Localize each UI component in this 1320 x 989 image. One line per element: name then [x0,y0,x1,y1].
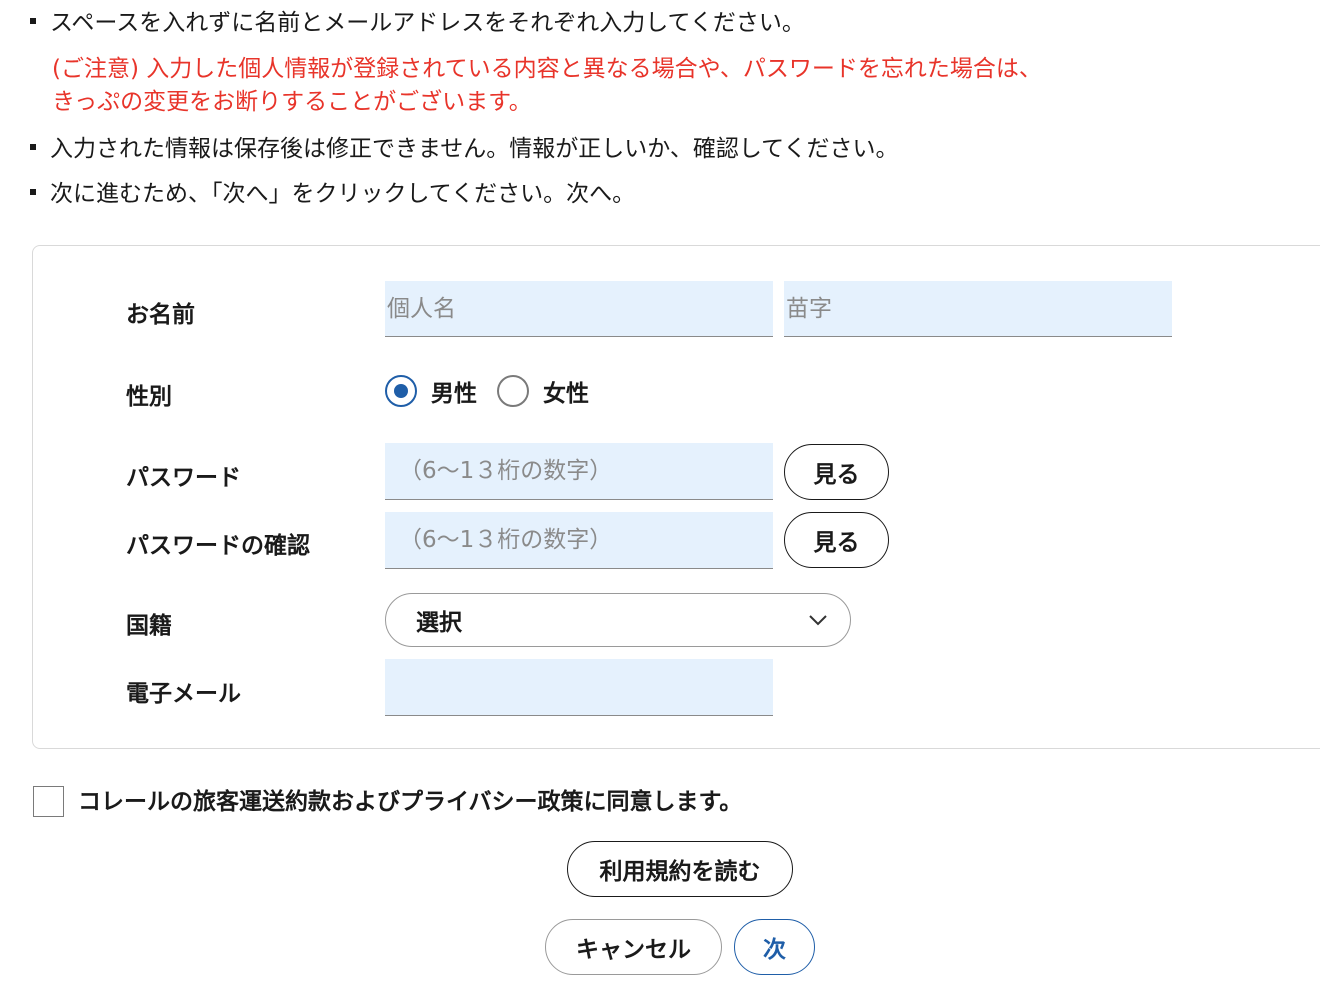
instruction-item: 次に進むため、「次へ」をクリックしてください。次へ。 [30,177,635,211]
nationality-select-value: 選択 [416,610,462,636]
nationality-select[interactable]: 選択 [385,593,851,647]
first-name-input[interactable] [385,281,773,337]
gender-label: 性別 [126,384,172,410]
agree-label: コレールの旅客運送約款およびプライバシー政策に同意します。 [78,789,743,815]
email-input[interactable] [385,659,773,716]
name-label: お名前 [126,302,195,328]
gender-radio-female[interactable] [497,375,529,407]
nationality-label: 国籍 [126,613,172,639]
bullet-icon [30,188,36,195]
instruction-text: スペースを入れずに名前とメールアドレスをそれぞれ入力してください。 [50,10,805,36]
cancel-button[interactable]: キャンセル [545,919,722,975]
gender-option-label: 女性 [543,381,589,407]
show-password-button[interactable]: 見る [784,444,889,500]
password-confirm-label: パスワードの確認 [126,533,310,559]
gender-radio-male[interactable] [385,375,417,407]
agree-checkbox[interactable] [33,786,64,817]
email-label: 電子メール [126,681,241,707]
caution-text: (ご注意) 入力した個人情報が登録されている内容と異なる場合や、パスワードを忘れ… [52,56,1042,82]
password-confirm-input[interactable] [385,512,773,569]
caution-text: きっぷの変更をお断りすることがございます。 [52,89,532,115]
next-button[interactable]: 次 [734,919,815,975]
read-terms-button[interactable]: 利用規約を読む [567,841,793,897]
show-password-confirm-button[interactable]: 見る [784,512,889,568]
bullet-icon [30,17,36,24]
instruction-text: 入力された情報は保存後は修正できません。情報が正しいか、確認してください。 [50,136,899,162]
instruction-text: 次に進むため、「次へ」をクリックしてください。次へ。 [50,181,636,207]
instruction-item: 入力された情報は保存後は修正できません。情報が正しいか、確認してください。 [30,132,898,166]
gender-radio-group: 男性 女性 [385,373,609,409]
gender-option-label: 男性 [431,381,477,407]
chevron-down-icon [809,615,827,626]
password-label: パスワード [126,465,241,491]
instruction-item: スペースを入れずに名前とメールアドレスをそれぞれ入力してください。 [30,6,805,40]
last-name-input[interactable] [784,281,1172,337]
password-input[interactable] [385,443,773,500]
bullet-icon [30,143,36,150]
